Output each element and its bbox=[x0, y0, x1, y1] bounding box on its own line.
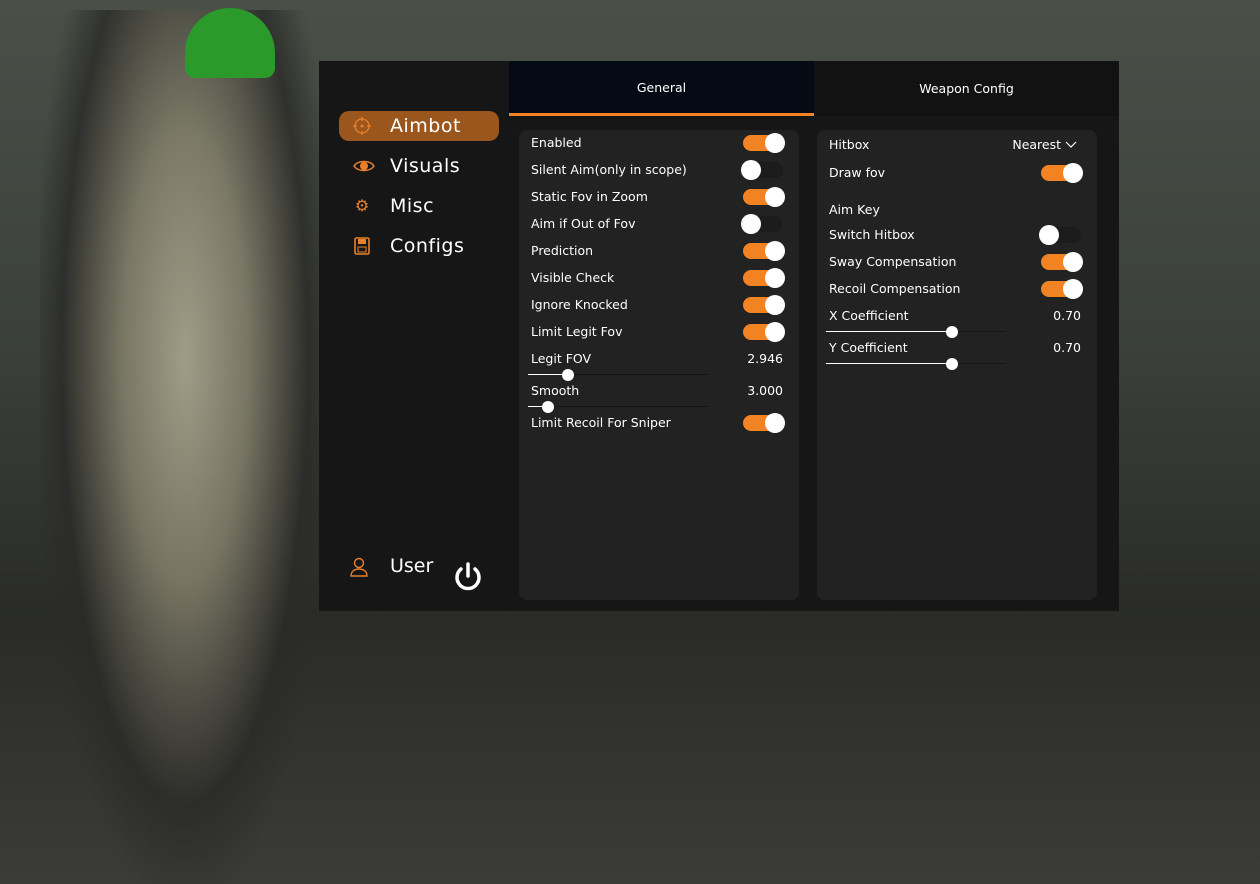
sidebar-item-configs[interactable]: Configs bbox=[339, 231, 499, 261]
setting-label: Limit Recoil For Sniper bbox=[531, 415, 671, 430]
setting-value: 0.70 bbox=[1053, 308, 1081, 323]
setting-label: Aim Key bbox=[829, 202, 880, 217]
setting-label: Sway Compensation bbox=[829, 254, 957, 269]
setting-label: Recoil Compensation bbox=[829, 281, 961, 296]
toggle-switch[interactable] bbox=[743, 133, 785, 153]
hitbox-dropdown[interactable]: Nearest bbox=[1012, 135, 1077, 155]
cheat-menu-panel: Aimbot Visuals ⚙ Misc Configs User Gener… bbox=[319, 61, 1119, 611]
setting-aim-if-out-of-fov: Aim if Out of Fov bbox=[531, 214, 783, 234]
toggle-switch[interactable] bbox=[1039, 225, 1081, 245]
setting-label: Prediction bbox=[531, 243, 594, 258]
setting-value: 3.000 bbox=[747, 383, 783, 398]
sidebar-item-misc[interactable]: ⚙ Misc bbox=[339, 191, 499, 221]
setting-limit-legit-fov: Limit Legit Fov bbox=[531, 322, 785, 342]
hitbox-value: Nearest bbox=[1012, 137, 1062, 152]
tab-bar: General Weapon Config bbox=[509, 61, 1119, 116]
setting-recoil-compensation: Recoil Compensation bbox=[829, 279, 1083, 299]
setting-silent-aim-only-in-scope: Silent Aim(only in scope) bbox=[531, 160, 783, 180]
tab-general[interactable]: General bbox=[509, 61, 814, 116]
gears-icon: ⚙ bbox=[354, 196, 370, 215]
slider-fill bbox=[826, 363, 952, 364]
setting-label: Legit FOV bbox=[531, 351, 592, 366]
sidebar-item-visuals[interactable]: Visuals bbox=[339, 151, 499, 181]
setting-aim-key[interactable]: Aim Key bbox=[829, 200, 1081, 220]
sidebar-item-label: Visuals bbox=[390, 155, 461, 177]
toggle-switch[interactable] bbox=[1041, 279, 1083, 299]
toggle-switch[interactable] bbox=[743, 268, 785, 288]
setting-hitbox: Hitbox Nearest bbox=[829, 135, 1081, 155]
setting-label: Static Fov in Zoom bbox=[531, 189, 648, 204]
setting-prediction: Prediction bbox=[531, 241, 785, 261]
sidebar-item-label: Misc bbox=[390, 195, 435, 217]
setting-label: Hitbox bbox=[829, 137, 870, 152]
toggle-switch[interactable] bbox=[741, 214, 783, 234]
slider[interactable] bbox=[528, 369, 708, 381]
toggle-switch[interactable] bbox=[743, 187, 785, 207]
toggle-switch[interactable] bbox=[1041, 163, 1083, 183]
eye-icon bbox=[353, 157, 375, 175]
setting-label: Switch Hitbox bbox=[829, 227, 915, 242]
sidebar: Aimbot Visuals ⚙ Misc Configs User bbox=[319, 61, 509, 611]
background-character bbox=[40, 10, 330, 884]
setting-ignore-knocked: Ignore Knocked bbox=[531, 295, 785, 315]
slider-track bbox=[528, 406, 708, 407]
setting-label: Silent Aim(only in scope) bbox=[531, 162, 687, 177]
sidebar-item-label: Aimbot bbox=[390, 115, 461, 137]
setting-label: Visible Check bbox=[531, 270, 615, 285]
slider[interactable] bbox=[528, 401, 708, 413]
setting-limit-recoil-for-sniper: Limit Recoil For Sniper bbox=[531, 413, 785, 433]
weapon-config-card: Hitbox Nearest Draw fov Aim Key Switch Hitb… bbox=[817, 130, 1097, 600]
sidebar-item-aimbot[interactable]: Aimbot bbox=[339, 111, 499, 141]
setting-sway-compensation: Sway Compensation bbox=[829, 252, 1083, 272]
setting-label: Draw fov bbox=[829, 165, 886, 180]
user-button[interactable]: User bbox=[349, 553, 459, 583]
setting-enabled: Enabled bbox=[531, 133, 785, 153]
slider-thumb[interactable] bbox=[541, 401, 554, 413]
setting-label: X Coefficient bbox=[829, 308, 909, 323]
toggle-switch[interactable] bbox=[743, 322, 785, 342]
setting-x-coefficient: X Coefficient 0.70 bbox=[829, 306, 1081, 326]
setting-smooth: Smooth 3.000 bbox=[531, 381, 783, 401]
general-settings-card: Enabled Silent Aim(only in scope) Static F… bbox=[519, 130, 799, 600]
setting-value: 2.946 bbox=[747, 351, 783, 366]
slider-thumb[interactable] bbox=[561, 369, 574, 381]
crosshair-icon bbox=[353, 117, 371, 135]
chevron-down-icon bbox=[1065, 137, 1077, 152]
slider-thumb[interactable] bbox=[946, 326, 958, 338]
setting-y-coefficient: Y Coefficient 0.70 bbox=[829, 338, 1081, 358]
setting-switch-hitbox: Switch Hitbox bbox=[829, 225, 1081, 245]
toggle-switch[interactable] bbox=[743, 295, 785, 315]
slider[interactable] bbox=[826, 358, 1006, 370]
slider[interactable] bbox=[826, 326, 1006, 338]
setting-static-fov-in-zoom: Static Fov in Zoom bbox=[531, 187, 785, 207]
user-icon bbox=[349, 557, 369, 577]
setting-label: Aim if Out of Fov bbox=[531, 216, 636, 231]
floppy-disk-icon bbox=[353, 237, 371, 255]
toggle-switch[interactable] bbox=[741, 160, 783, 180]
setting-value: 0.70 bbox=[1053, 340, 1081, 355]
toggle-switch[interactable] bbox=[743, 413, 785, 433]
setting-draw-fov: Draw fov bbox=[829, 163, 1083, 183]
setting-legit-fov: Legit FOV 2.946 bbox=[531, 349, 783, 369]
user-label: User bbox=[390, 555, 434, 577]
setting-label: Enabled bbox=[531, 135, 582, 150]
setting-label: Smooth bbox=[531, 383, 580, 398]
setting-visible-check: Visible Check bbox=[531, 268, 785, 288]
setting-label: Ignore Knocked bbox=[531, 297, 628, 312]
sidebar-item-label: Configs bbox=[390, 235, 465, 257]
setting-label: Limit Legit Fov bbox=[531, 324, 623, 339]
toggle-switch[interactable] bbox=[1041, 252, 1083, 272]
power-icon[interactable] bbox=[452, 561, 484, 593]
setting-label: Y Coefficient bbox=[829, 340, 908, 355]
tab-weapon-config[interactable]: Weapon Config bbox=[814, 61, 1119, 116]
slider-fill bbox=[826, 331, 952, 332]
toggle-switch[interactable] bbox=[743, 241, 785, 261]
slider-thumb[interactable] bbox=[946, 358, 958, 370]
